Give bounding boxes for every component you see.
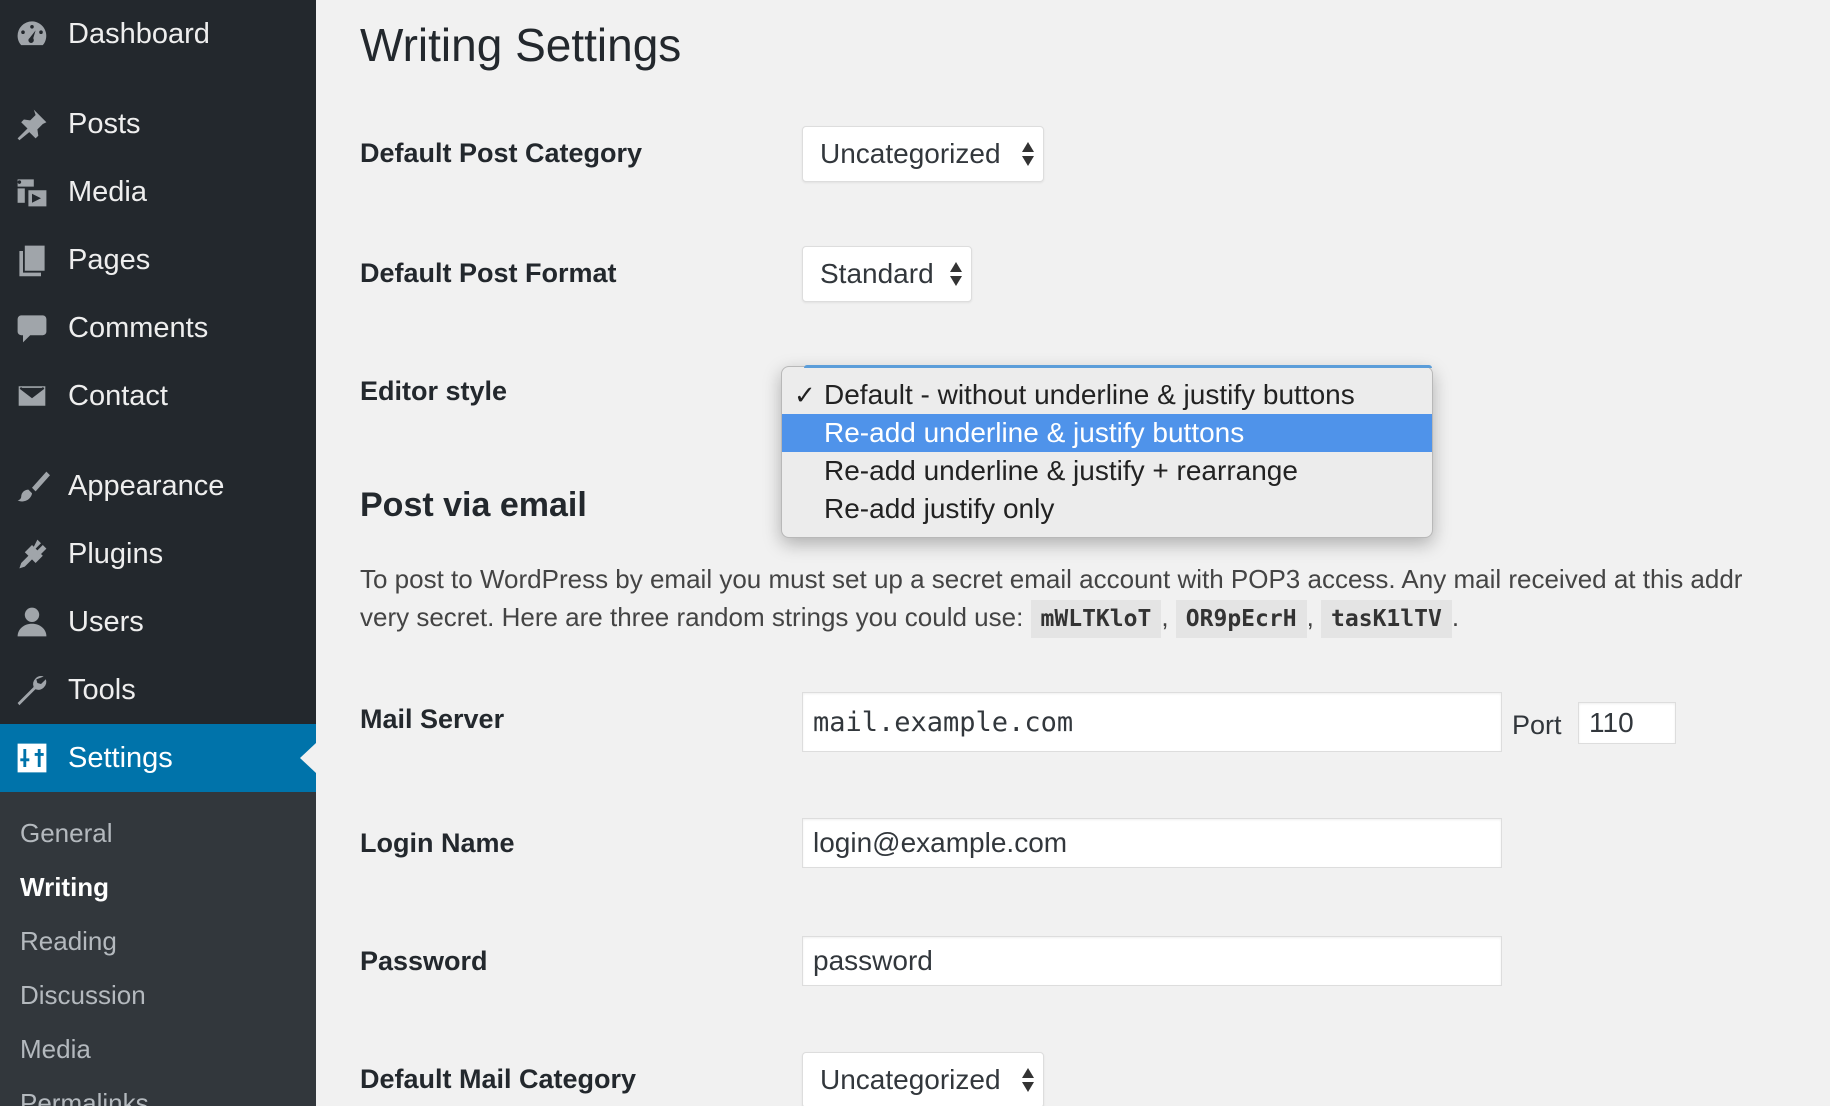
user-icon	[14, 604, 50, 640]
description-line-2: very secret. Here are three random strin…	[360, 598, 1830, 638]
option-label: Re-add justify only	[824, 493, 1055, 524]
mail-server-input[interactable]: mail.example.com	[802, 692, 1502, 752]
select-value: Uncategorized	[820, 1064, 1001, 1095]
password-label: Password	[360, 946, 488, 976]
settings-icon	[14, 740, 50, 776]
sidebar-item-label: Contact	[68, 379, 168, 412]
random-string: mWLTKloT	[1030, 600, 1162, 638]
select-arrows-icon	[1021, 1067, 1035, 1093]
editor-style-option-highlighted[interactable]: Re-add underline & justify buttons	[782, 414, 1432, 452]
post-via-email-heading: Post via email	[360, 486, 587, 524]
editor-style-option[interactable]: Re-add underline & justify + rearrange	[782, 452, 1432, 490]
submenu-item-media[interactable]: Media	[20, 1034, 91, 1065]
default-post-category-select[interactable]: Uncategorized	[802, 126, 1044, 182]
login-name-input[interactable]: login@example.com	[802, 818, 1502, 868]
sidebar-item-label: Pages	[68, 243, 151, 276]
sidebar-item-contact[interactable]: Contact	[0, 362, 316, 430]
sidebar-item-label: Users	[68, 605, 144, 638]
settings-submenu: General Writing Reading Discussion Media…	[0, 792, 316, 1106]
sidebar-item-label: Posts	[68, 107, 141, 140]
random-string: tasK1lTV	[1321, 600, 1452, 638]
post-via-email-description: To post to WordPress by email you must s…	[360, 560, 1830, 638]
submenu-item-reading[interactable]: Reading	[20, 926, 117, 957]
sidebar-item-label: Tools	[68, 673, 136, 706]
sidebar-item-settings[interactable]: Settings	[0, 724, 316, 792]
sidebar-item-dashboard[interactable]: Dashboard	[0, 0, 316, 68]
editor-style-label: Editor style	[360, 376, 508, 406]
comment-icon	[14, 310, 50, 346]
default-post-category-label: Default Post Category	[360, 138, 643, 168]
select-value: Standard	[820, 258, 934, 289]
default-mail-category-label: Default Mail Category	[360, 1064, 637, 1094]
option-label: Re-add underline & justify buttons	[824, 417, 1245, 448]
sidebar-item-pages[interactable]: Pages	[0, 226, 316, 294]
checkmark-icon: ✓	[794, 380, 816, 410]
mail-server-label: Mail Server	[360, 704, 505, 734]
description-text: very secret. Here are three random strin…	[360, 602, 1024, 632]
pages-icon	[14, 242, 50, 278]
sidebar-item-posts[interactable]: Posts	[0, 90, 316, 158]
pin-icon	[14, 106, 50, 142]
sidebar-item-comments[interactable]: Comments	[0, 294, 316, 362]
sidebar-item-label: Comments	[68, 311, 209, 344]
dashboard-icon	[14, 16, 50, 52]
option-label: Re-add underline & justify + rearrange	[824, 455, 1298, 486]
separator: ,	[1306, 602, 1314, 632]
main-content: Writing Settings Default Post Category U…	[316, 0, 1830, 1106]
envelope-icon	[14, 378, 50, 414]
media-icon	[14, 174, 50, 210]
port-input[interactable]: 110	[1578, 702, 1676, 744]
sidebar-item-label: Plugins	[68, 537, 164, 570]
sidebar-item-media[interactable]: Media	[0, 158, 316, 226]
select-arrows-icon	[1021, 141, 1035, 167]
sidebar-item-tools[interactable]: Tools	[0, 656, 316, 724]
select-arrows-icon	[949, 261, 963, 287]
wrench-icon	[14, 672, 50, 708]
editor-style-option[interactable]: ✓ Default - without underline & justify …	[782, 376, 1432, 414]
default-mail-category-select[interactable]: Uncategorized	[802, 1052, 1044, 1106]
submenu-item-discussion[interactable]: Discussion	[20, 980, 146, 1011]
password-input[interactable]: password	[802, 936, 1502, 986]
default-post-format-label: Default Post Format	[360, 258, 617, 288]
sidebar-item-appearance[interactable]: Appearance	[0, 452, 316, 520]
separator: ,	[1161, 602, 1169, 632]
submenu-item-permalinks[interactable]: Permalinks	[20, 1088, 149, 1106]
sidebar-item-label: Settings	[68, 741, 173, 774]
option-label: Default - without underline & justify bu…	[824, 379, 1355, 410]
port-label: Port	[1512, 710, 1562, 740]
login-name-label: Login Name	[360, 828, 515, 858]
sidebar-item-label: Appearance	[68, 469, 225, 502]
paintbrush-icon	[14, 468, 51, 504]
random-string: OR9pEcrH	[1175, 600, 1307, 638]
submenu-item-writing[interactable]: Writing	[20, 872, 109, 903]
sidebar-item-users[interactable]: Users	[0, 588, 316, 656]
sidebar-item-plugins[interactable]: Plugins	[0, 520, 316, 588]
sidebar-item-label: Media	[68, 175, 147, 208]
editor-style-dropdown[interactable]: ✓ Default - without underline & justify …	[781, 365, 1433, 538]
submenu-item-general[interactable]: General	[20, 818, 113, 849]
period: .	[1451, 602, 1460, 632]
editor-style-option[interactable]: Re-add justify only	[782, 490, 1432, 528]
plugin-icon	[14, 536, 50, 572]
admin-sidebar: Dashboard Posts Media Pages Comments Con…	[0, 0, 316, 1106]
select-value: Uncategorized	[820, 138, 1001, 169]
sidebar-item-label: Dashboard	[68, 17, 210, 50]
page-title: Writing Settings	[360, 19, 682, 71]
description-line-1: To post to WordPress by email you must s…	[360, 564, 1743, 594]
default-post-format-select[interactable]: Standard	[802, 246, 972, 302]
